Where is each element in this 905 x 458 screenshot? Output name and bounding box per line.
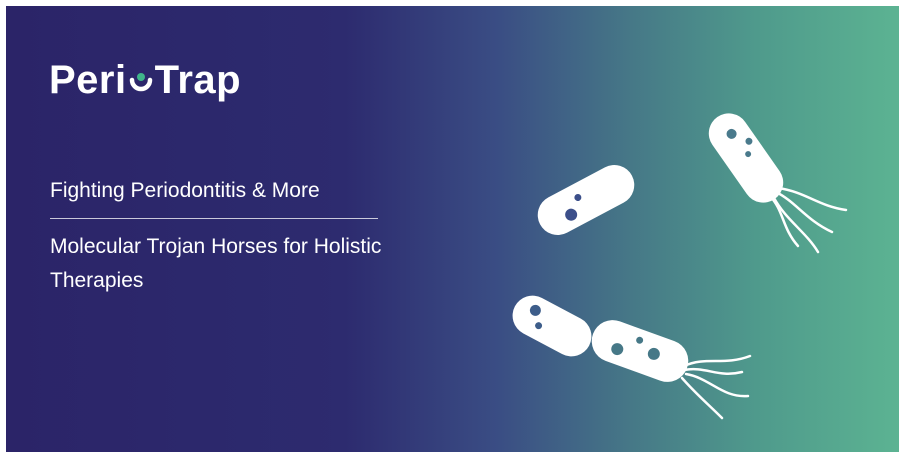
hero-banner: Peri Trap Fighting Periodontitis & More … — [6, 6, 899, 452]
bacteria-illustration — [512, 113, 848, 420]
bacterium-icon — [512, 295, 592, 357]
bacterium-icon — [591, 320, 752, 420]
bacterium-icon — [708, 113, 848, 254]
bacterium-icon — [537, 164, 635, 236]
